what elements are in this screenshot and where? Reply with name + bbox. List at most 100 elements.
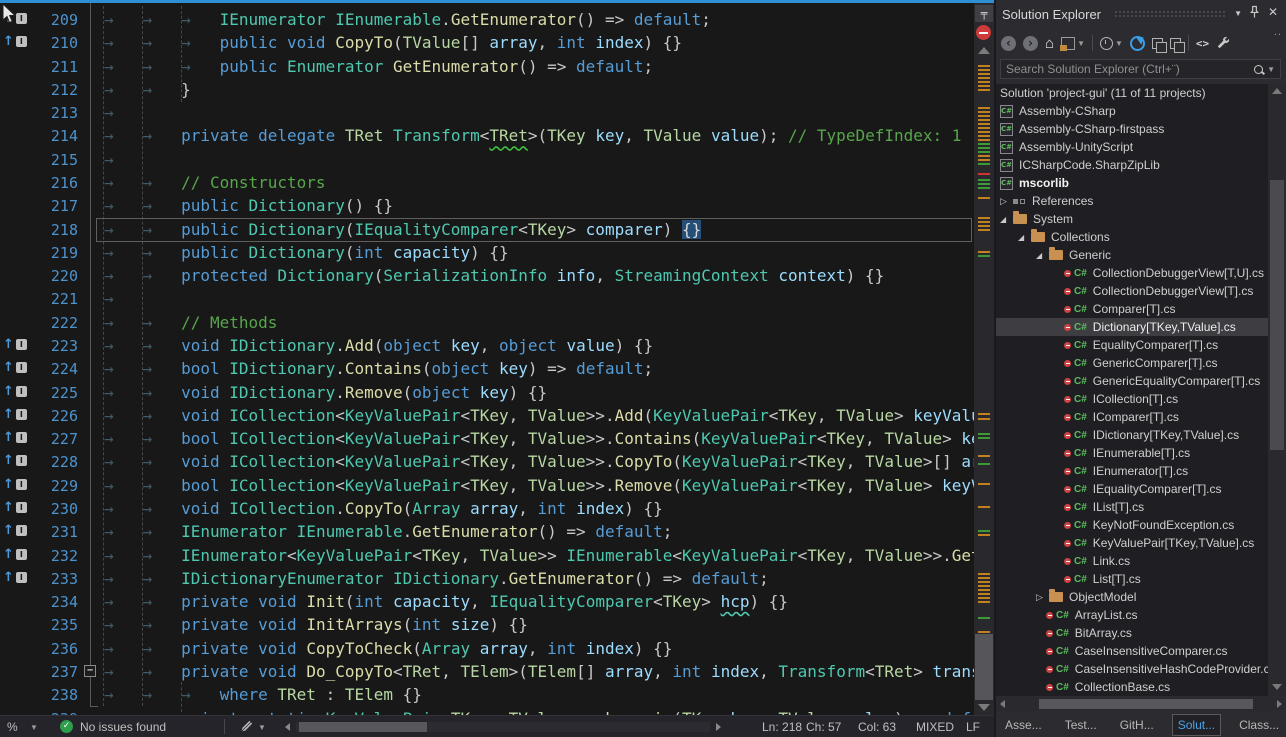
tree-item-references[interactable]: ▷References: [996, 192, 1268, 210]
panel-tab-class[interactable]: Class...: [1234, 715, 1284, 735]
issues-status[interactable]: No issues found: [80, 720, 166, 734]
line-number[interactable]: 231: [0, 523, 78, 541]
code-line-214[interactable]: 214→ → private delegate TRet Transform<T…: [0, 124, 994, 148]
editor-horizontal-scrollbar[interactable]: [296, 722, 710, 732]
code-line-222[interactable]: 222→ → // Methods: [0, 311, 994, 335]
tree-item-assembly-csharp[interactable]: C#Assembly-CSharp: [996, 102, 1268, 120]
code-line-224[interactable]: ↑I224→ → bool IDictionary.Contains(objec…: [0, 357, 994, 381]
pen-icon[interactable]: [240, 720, 253, 733]
tree-item-assembly-csharp-firstpass[interactable]: C#Assembly-CSharp-firstpass: [996, 120, 1268, 138]
tree-item-genericequalitycomparer-t-cs[interactable]: C#GenericEqualityComparer[T].cs: [996, 372, 1268, 390]
expander-open-icon[interactable]: ◢: [1018, 233, 1031, 242]
pen-caret-icon[interactable]: ▼: [258, 723, 266, 732]
tree-item-dictionary-tkey-tvalue-cs[interactable]: C#Dictionary[TKey,TValue].cs: [996, 318, 1268, 336]
expander-open-icon[interactable]: ◢: [1000, 215, 1013, 224]
line-number[interactable]: 233: [0, 570, 78, 588]
tree-item-comparer-t-cs[interactable]: C#Comparer[T].cs: [996, 300, 1268, 318]
code-line-234[interactable]: 234→ → private void Init(int capacity, I…: [0, 590, 994, 614]
code-line-227[interactable]: ↑I227→ → bool ICollection<KeyValuePair<T…: [0, 427, 994, 451]
code-line-223[interactable]: ↑I223→ → void IDictionary.Add(object key…: [0, 334, 994, 358]
code-line-229[interactable]: ↑I229→ → bool ICollection<KeyValuePair<T…: [0, 474, 994, 498]
tree-item-mscorlib[interactable]: C#mscorlib: [996, 174, 1268, 192]
tree-item-equalitycomparer-t-cs[interactable]: C#EqualityComparer[T].cs: [996, 336, 1268, 354]
tree-item-collectiondebuggerview-t-cs[interactable]: C#CollectionDebuggerView[T].cs: [996, 282, 1268, 300]
line-number[interactable]: 221: [0, 290, 78, 308]
properties-button[interactable]: [1216, 36, 1230, 50]
eol-indicator[interactable]: LF: [966, 720, 980, 734]
encoding-indicator[interactable]: MIXED: [916, 720, 954, 734]
tree-item-icsharpcode-sharpziplib[interactable]: C#ICSharpCode.SharpZipLib: [996, 156, 1268, 174]
panel-tab-test[interactable]: Test...: [1060, 715, 1102, 735]
scroll-down-button[interactable]: [978, 704, 990, 711]
switch-views-button[interactable]: ▼: [1061, 37, 1085, 50]
line-number[interactable]: 223: [0, 337, 78, 355]
code-line-221[interactable]: 221→: [0, 287, 994, 311]
search-caret-icon[interactable]: ▼: [1267, 65, 1275, 74]
code-line-238[interactable]: 238→ → → where TRet : TElem {}: [0, 683, 994, 707]
line-number[interactable]: 212: [0, 81, 78, 99]
expander-open-icon[interactable]: ◢: [1036, 251, 1049, 260]
line-number[interactable]: 214: [0, 127, 78, 145]
tree-item-list-t-cs[interactable]: C#List[T].cs: [996, 570, 1268, 588]
code-line-216[interactable]: 216→ → // Constructors: [0, 171, 994, 195]
line-number[interactable]: 215: [0, 151, 78, 169]
line-number[interactable]: 225: [0, 384, 78, 402]
code-line-225[interactable]: ↑I225→ → void IDictionary.Remove(object …: [0, 381, 994, 405]
line-number[interactable]: 210: [0, 34, 78, 52]
window-position-caret-icon[interactable]: ▼: [1234, 9, 1242, 18]
tree-item-ilist-t-cs[interactable]: C#IList[T].cs: [996, 498, 1268, 516]
tree-item-collections[interactable]: ◢Collections: [996, 228, 1268, 246]
tree-hscroll-left-button[interactable]: [1000, 700, 1005, 708]
hscroll-right-button[interactable]: [716, 723, 721, 731]
line-number[interactable]: 220: [0, 267, 78, 285]
hscroll-thumb[interactable]: [299, 722, 427, 732]
tree-item-collectiondebuggerview-t-u-cs[interactable]: C#CollectionDebuggerView[T,U].cs: [996, 264, 1268, 282]
search-input[interactable]: Search Solution Explorer (Ctrl+¨) ▼: [1000, 59, 1281, 79]
code-line-213[interactable]: 213→: [0, 101, 994, 125]
tree-item-link-cs[interactable]: C#Link.cs: [996, 552, 1268, 570]
tree-item-solution-project-gui-11-of-11-projects-[interactable]: Solution 'project-gui' (11 of 11 project…: [996, 84, 1268, 102]
line-number[interactable]: 222: [0, 314, 78, 332]
line-number[interactable]: 232: [0, 547, 78, 565]
home-button[interactable]: ⌂: [1045, 35, 1054, 52]
line-number[interactable]: 237: [0, 663, 78, 681]
tree-item-idictionary-tkey-tvalue-cs[interactable]: C#IDictionary[TKey,TValue].cs: [996, 426, 1268, 444]
tree-item-iequalitycomparer-t-cs[interactable]: C#IEqualityComparer[T].cs: [996, 480, 1268, 498]
tree-item-keynotfoundexception-cs[interactable]: C#KeyNotFoundException.cs: [996, 516, 1268, 534]
code-line-232[interactable]: ↑I232→ → IEnumerator<KeyValuePair<TKey, …: [0, 544, 994, 568]
line-number[interactable]: 218: [0, 221, 78, 239]
panel-tab-gith[interactable]: GitH...: [1115, 715, 1159, 735]
show-all-files-button[interactable]: [1170, 38, 1181, 49]
tree-scroll-down-button[interactable]: [1272, 684, 1282, 690]
tree-item-keyvaluepair-tkey-tvalue-cs[interactable]: C#KeyValuePair[TKey,TValue].cs: [996, 534, 1268, 552]
expander-closed-icon[interactable]: ▷: [1036, 592, 1049, 603]
line-number[interactable]: 211: [0, 58, 78, 76]
tree-item-icomparer-t-cs[interactable]: C#IComparer[T].cs: [996, 408, 1268, 426]
tree-item-assembly-unityscript[interactable]: C#Assembly-UnityScript: [996, 138, 1268, 156]
code-line-231[interactable]: ↑I231→ → IEnumerator IEnumerable.GetEnum…: [0, 520, 994, 544]
editor-scroll-thumb[interactable]: [975, 634, 993, 700]
line-number[interactable]: 228: [0, 453, 78, 471]
code-line-209[interactable]: ↑I209→ → → IEnumerator IEnumerable.GetEn…: [0, 8, 994, 32]
line-number[interactable]: 230: [0, 500, 78, 518]
code-line-233[interactable]: ↑I233→ → IDictionaryEnumerator IDictiona…: [0, 567, 994, 591]
forward-button[interactable]: ›: [1023, 36, 1038, 51]
back-button[interactable]: ‹: [1001, 36, 1016, 51]
tree-item-bitarray-cs[interactable]: C#BitArray.cs: [996, 624, 1268, 642]
panel-grip[interactable]: [1114, 10, 1226, 17]
tree-item-arraylist-cs[interactable]: C#ArrayList.cs: [996, 606, 1268, 624]
tree-horizontal-scrollbar[interactable]: [996, 697, 1286, 711]
tree-item-generic[interactable]: ◢Generic: [996, 246, 1268, 264]
editor-vertical-scrollbar[interactable]: ╤: [974, 3, 994, 715]
code-line-237[interactable]: 237→ → private void Do_CopyTo<TRet, TEle…: [0, 660, 994, 684]
code-line-218[interactable]: 218→ → public Dictionary(IEqualityCompar…: [0, 218, 994, 242]
toolbar-overflow-button[interactable]: ..: [1274, 26, 1282, 38]
tree-scroll-thumb[interactable]: [1270, 180, 1284, 450]
tree-item-ienumerable-t-cs[interactable]: C#IEnumerable[T].cs: [996, 444, 1268, 462]
line-number[interactable]: 217: [0, 197, 78, 215]
line-number[interactable]: 219: [0, 244, 78, 262]
tree-item-objectmodel[interactable]: ▷ObjectModel: [996, 588, 1268, 606]
panel-tab-solut[interactable]: Solut...: [1172, 714, 1221, 736]
scroll-up-button[interactable]: [978, 47, 990, 54]
zoom-level[interactable]: %: [7, 720, 18, 734]
